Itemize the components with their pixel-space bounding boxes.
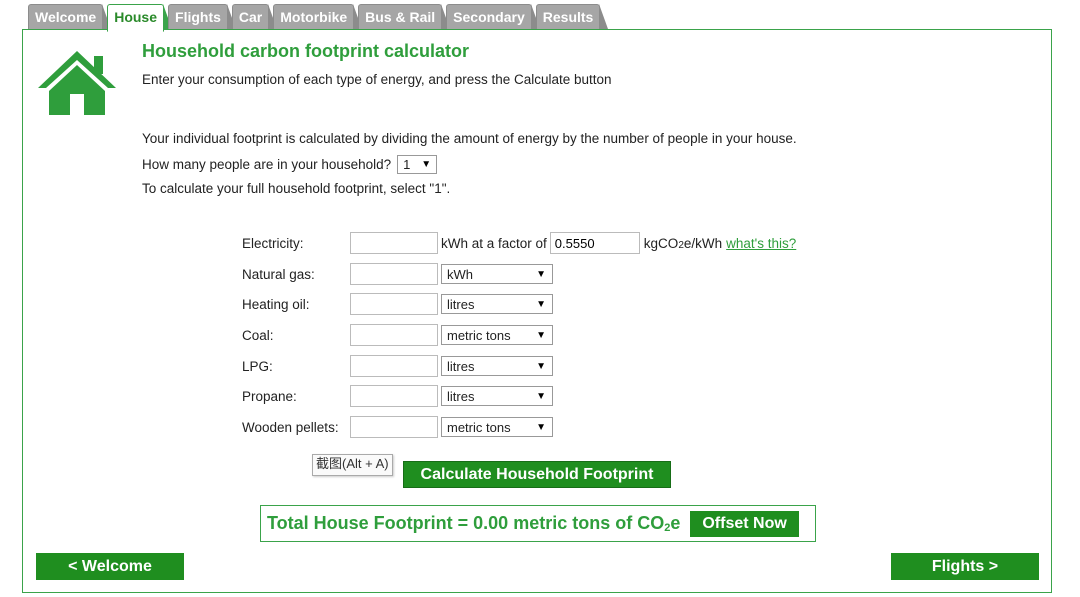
propane-input[interactable] bbox=[350, 385, 438, 407]
wooden-pellets-unit-value: metric tons bbox=[447, 419, 511, 435]
screenshot-tooltip: 截图(Alt + A) bbox=[312, 454, 393, 476]
chevron-down-icon: ▼ bbox=[536, 360, 546, 372]
info-text-individual: Your individual footprint is calculated … bbox=[142, 131, 797, 146]
electricity-label: Electricity: bbox=[242, 235, 304, 251]
propane-unit-value: litres bbox=[447, 388, 475, 404]
tab-flights[interactable]: Flights bbox=[168, 4, 236, 29]
calculate-button[interactable]: Calculate Household Footprint bbox=[403, 461, 671, 488]
lpg-label: LPG: bbox=[242, 358, 273, 374]
natural-gas-unit-select[interactable]: kWh ▼ bbox=[441, 264, 553, 284]
chevron-down-icon: ▼ bbox=[536, 298, 546, 310]
tab-welcome[interactable]: Welcome bbox=[28, 4, 112, 29]
heating-oil-unit-value: litres bbox=[447, 296, 475, 312]
wooden-pellets-label: Wooden pellets: bbox=[242, 419, 339, 435]
natural-gas-unit-value: kWh bbox=[447, 266, 473, 282]
total-footprint-suffix: e bbox=[670, 513, 681, 533]
total-footprint-text: Total House Footprint = 0.00 metric tons… bbox=[267, 513, 680, 534]
electricity-input[interactable] bbox=[350, 232, 438, 254]
wooden-pellets-row: Wooden pellets: metric tons ▼ bbox=[242, 415, 553, 439]
chevron-down-icon: ▼ bbox=[536, 421, 546, 433]
whats-this-link[interactable]: what's this? bbox=[726, 236, 796, 251]
electricity-factor-text: kWh at a factor of bbox=[441, 235, 547, 251]
offset-now-button[interactable]: Offset Now bbox=[690, 510, 799, 537]
total-footprint-box: Total House Footprint = 0.00 metric tons… bbox=[260, 505, 816, 542]
chevron-down-icon: ▼ bbox=[536, 268, 546, 280]
heating-oil-input[interactable] bbox=[350, 293, 438, 315]
tab-car[interactable]: Car bbox=[231, 4, 278, 29]
chevron-down-icon: ▼ bbox=[536, 390, 546, 402]
household-size-row: How many people are in your household? 1… bbox=[142, 155, 438, 174]
tab-bar: Welcome House Flights Car Motorbike Bus … bbox=[28, 4, 608, 32]
heating-oil-label: Heating oil: bbox=[242, 296, 310, 312]
natural-gas-label: Natural gas: bbox=[242, 266, 315, 282]
electricity-row: Electricity: kWh at a factor of kgCO2e/k… bbox=[242, 231, 796, 255]
propane-unit-select[interactable]: litres ▼ bbox=[441, 386, 553, 406]
coal-unit-value: metric tons bbox=[447, 327, 511, 343]
household-size-label: How many people are in your household? bbox=[142, 157, 392, 172]
lpg-unit-select[interactable]: litres ▼ bbox=[441, 356, 553, 376]
total-footprint-main: Total House Footprint = 0.00 metric tons… bbox=[267, 513, 665, 533]
household-size-select[interactable]: 1 ▼ bbox=[397, 155, 438, 174]
tab-results[interactable]: Results bbox=[535, 4, 608, 29]
natural-gas-row: Natural gas: kWh ▼ bbox=[242, 262, 553, 286]
propane-row: Propane: litres ▼ bbox=[242, 384, 553, 408]
electricity-factor-input[interactable] bbox=[549, 232, 640, 254]
page-subtitle: Enter your consumption of each type of e… bbox=[142, 72, 612, 87]
page-title: Household carbon footprint calculator bbox=[142, 41, 470, 61]
chevron-down-icon: ▼ bbox=[421, 159, 432, 170]
propane-label: Propane: bbox=[242, 388, 297, 404]
house-icon bbox=[38, 51, 116, 115]
coal-label: Coal: bbox=[242, 327, 274, 343]
tab-bus-rail[interactable]: Bus & Rail bbox=[358, 4, 451, 29]
heating-oil-row: Heating oil: litres ▼ bbox=[242, 292, 553, 316]
tab-motorbike[interactable]: Motorbike bbox=[273, 4, 363, 29]
lpg-input[interactable] bbox=[350, 355, 438, 377]
wooden-pellets-unit-select[interactable]: metric tons ▼ bbox=[441, 417, 553, 437]
household-size-value: 1 bbox=[403, 157, 411, 172]
tab-house[interactable]: House bbox=[107, 4, 172, 32]
heating-oil-unit-select[interactable]: litres ▼ bbox=[441, 294, 553, 314]
coal-unit-select[interactable]: metric tons ▼ bbox=[441, 325, 553, 345]
coal-row: Coal: metric tons ▼ bbox=[242, 323, 553, 347]
lpg-unit-value: litres bbox=[447, 358, 475, 374]
prev-welcome-button[interactable]: < Welcome bbox=[36, 553, 184, 580]
electricity-factor-unit: kgCO2e/kWh bbox=[643, 235, 723, 251]
next-flights-button[interactable]: Flights > bbox=[891, 553, 1039, 580]
info-text-full-household: To calculate your full household footpri… bbox=[142, 181, 451, 196]
wooden-pellets-input[interactable] bbox=[350, 416, 438, 438]
coal-input[interactable] bbox=[350, 324, 438, 346]
chevron-down-icon: ▼ bbox=[536, 329, 546, 341]
natural-gas-input[interactable] bbox=[350, 263, 438, 285]
tab-secondary[interactable]: Secondary bbox=[446, 4, 540, 29]
lpg-row: LPG: litres ▼ bbox=[242, 354, 553, 378]
